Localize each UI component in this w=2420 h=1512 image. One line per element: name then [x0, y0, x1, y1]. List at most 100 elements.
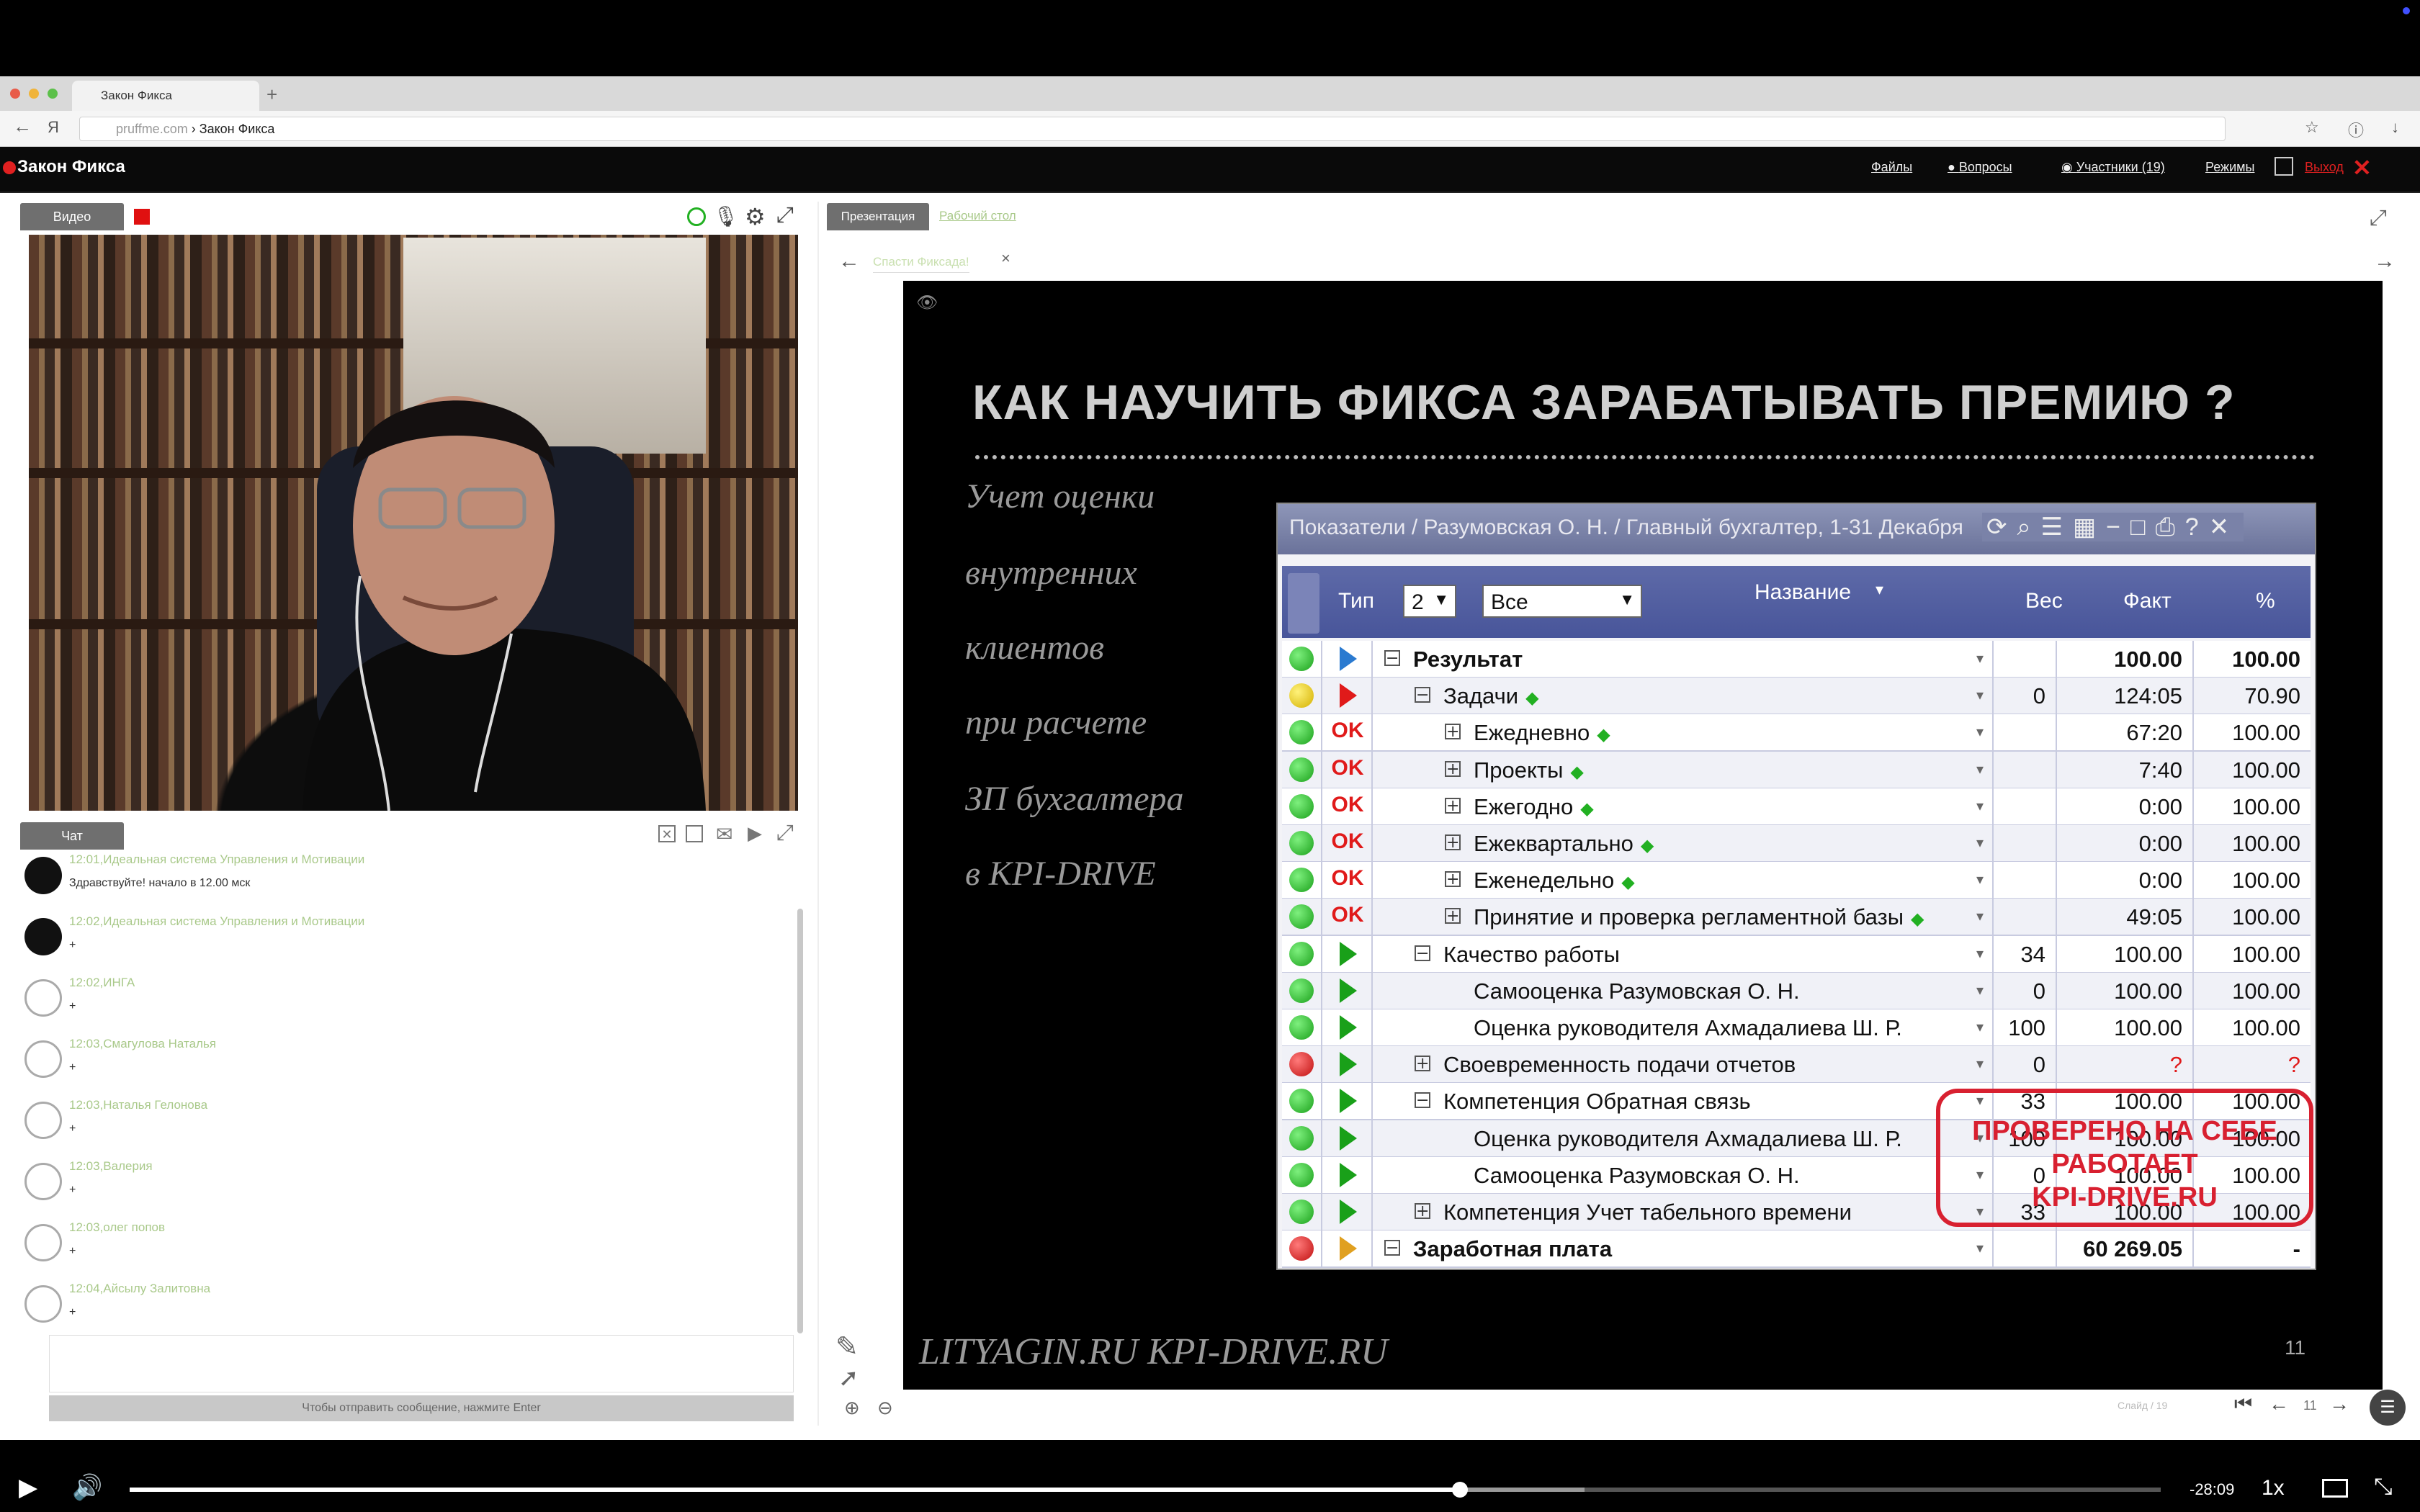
minimize-icon[interactable]: − — [2106, 513, 2130, 541]
table-row[interactable]: − Результат ▾ 100.00 100.00 — [1282, 641, 2311, 678]
row-dropdown-icon[interactable]: ▾ — [1976, 870, 1984, 888]
filter-select[interactable]: Все ▼ — [1482, 585, 1642, 618]
expand-toggle-icon[interactable]: + — [1415, 1203, 1430, 1220]
close-file-icon[interactable]: × — [1001, 249, 1010, 268]
download-icon[interactable]: ↓ — [2391, 118, 2399, 137]
print-icon[interactable]: ⎙ — [2156, 513, 2185, 541]
level-select[interactable]: 2 ▼ — [1403, 585, 1456, 618]
record-icon[interactable] — [134, 209, 150, 225]
maximize-icon[interactable]: □ — [2130, 513, 2156, 541]
browser-tab[interactable]: Закон Фикса — [72, 81, 259, 111]
eye-toggle-icon[interactable]: 👁 — [916, 292, 938, 313]
row-dropdown-icon[interactable]: ▾ — [1976, 1239, 1984, 1257]
table-row[interactable]: Оценка руководителя Ахмадалиева Ш. Р. ▾ 10… — [1282, 1009, 2311, 1047]
play-icon[interactable]: ▶ — [748, 822, 762, 845]
star-icon[interactable]: ☆ — [2305, 118, 2319, 137]
list-icon[interactable]: ☰ — [2041, 513, 2073, 541]
nav-files-link[interactable]: Файлы — [1871, 160, 1912, 175]
expand-toggle-icon[interactable]: − — [1415, 1092, 1430, 1109]
url-input[interactable]: pruffme.com › Закон Фикса — [79, 117, 2226, 141]
expand-toggle-icon[interactable]: − — [1415, 945, 1430, 961]
clear-chat-icon[interactable]: ✕ — [658, 825, 676, 842]
prev-slide-icon[interactable]: ← — [2269, 1392, 2289, 1416]
row-dropdown-icon[interactable]: ▾ — [1976, 834, 1984, 852]
row-dropdown-icon[interactable]: ▾ — [1976, 760, 1984, 778]
file-tab[interactable]: Спасти Фиксада! — [873, 255, 969, 273]
gear-icon[interactable]: ⚙ — [745, 203, 766, 230]
status-filter-icon[interactable] — [1288, 573, 1319, 634]
table-row[interactable]: − Качество работы ▾ 34 100.00 100.00 — [1282, 935, 2311, 973]
pointer-icon[interactable]: ➚ — [838, 1364, 859, 1392]
nav-participants-link[interactable]: ◉ Участники (19) — [2061, 160, 2165, 175]
window-close-dot[interactable] — [10, 89, 20, 99]
expand-toggle-icon[interactable]: + — [1445, 871, 1461, 888]
tab-desktop[interactable]: Рабочий стол — [939, 209, 1016, 223]
back-arrow-icon[interactable]: ← — [13, 115, 32, 138]
expand-toggle-icon[interactable]: + — [1415, 1056, 1430, 1072]
help-icon[interactable]: ? — [2185, 513, 2209, 541]
row-dropdown-icon[interactable]: ▾ — [1976, 1055, 1984, 1073]
chat-panel-tab[interactable]: Чат — [20, 822, 124, 850]
next-file-arrow-icon[interactable]: → — [2374, 249, 2396, 274]
row-dropdown-icon[interactable]: ▾ — [1976, 981, 1984, 999]
table-row[interactable]: OK + Ежеквартально ◆ ▾ 0:00 100.00 — [1282, 825, 2311, 863]
video-panel-tab[interactable]: Видео — [20, 203, 124, 230]
pip-icon[interactable] — [2322, 1479, 2348, 1498]
row-dropdown-icon[interactable]: ▾ — [1976, 723, 1984, 741]
expand-chat-icon[interactable]: ⤢ — [776, 821, 794, 845]
expand-toggle-icon[interactable]: − — [1384, 1240, 1400, 1256]
row-dropdown-icon[interactable]: ▾ — [1976, 686, 1984, 704]
sort-down-icon[interactable]: ▾ — [1876, 580, 1883, 599]
export-icon[interactable] — [686, 825, 703, 842]
table-row[interactable]: + Своевременность подачи отчетов ▾ 0?? — [1282, 1046, 2311, 1084]
header-name[interactable]: Название — [1754, 580, 1851, 605]
nav-exit-link[interactable]: Выход — [2305, 160, 2344, 175]
row-dropdown-icon[interactable]: ▾ — [1976, 649, 1984, 667]
expand-toggle-icon[interactable]: + — [1445, 908, 1461, 924]
microphone-icon[interactable]: 🎙 — [713, 204, 739, 228]
window-maximize-dot[interactable] — [48, 89, 58, 99]
nav-questions-link[interactable]: ● Вопросы — [1948, 160, 2012, 175]
window-minimize-dot[interactable] — [29, 89, 39, 99]
exit-x-icon[interactable]: ✕ — [2352, 154, 2372, 181]
tab-presentation[interactable]: Презентация — [827, 203, 929, 230]
new-tab-icon[interactable]: + — [266, 84, 277, 106]
chat-input[interactable] — [49, 1335, 794, 1392]
expand-toggle-icon[interactable]: + — [1445, 724, 1461, 740]
info-icon[interactable]: ⓘ — [2348, 118, 2364, 141]
row-dropdown-icon[interactable]: ▾ — [1976, 1018, 1984, 1036]
zoom-out-icon[interactable]: ⊖ — [877, 1397, 893, 1419]
mail-icon[interactable]: ✉ — [716, 822, 732, 846]
expand-toggle-icon[interactable]: − — [1384, 650, 1400, 667]
fullscreen-exit-icon[interactable]: ⤡ — [2374, 1473, 2393, 1500]
table-row[interactable]: Самооценка Разумовская О. Н. ▾ 0 100.00 100.… — [1282, 972, 2311, 1010]
expand-presentation-icon[interactable]: ⤢ — [2370, 206, 2387, 230]
table-row[interactable]: OK + Еженедельно ◆ ▾ 0:00 100.00 — [1282, 862, 2311, 900]
row-dropdown-icon[interactable]: ▾ — [1976, 945, 1984, 963]
captions-icon[interactable]: ☰ — [2370, 1390, 2406, 1426]
zoom-in-icon[interactable]: ⊕ — [844, 1397, 860, 1419]
yandex-icon[interactable]: Я — [48, 118, 59, 137]
pencil-icon[interactable]: ✎ — [835, 1331, 859, 1363]
playback-speed[interactable]: 1x — [2262, 1476, 2285, 1500]
expand-icon[interactable]: ⤢ — [776, 203, 794, 228]
search-icon[interactable]: ⌕ — [2017, 513, 2041, 541]
expand-toggle-icon[interactable]: + — [1445, 797, 1461, 814]
volume-icon[interactable]: 🔊 — [72, 1473, 102, 1502]
table-row[interactable]: − Заработная плата ▾ 60 269.05 - — [1282, 1230, 2311, 1269]
play-button-icon[interactable]: ▶ — [19, 1473, 37, 1502]
nav-modes-link[interactable]: Режимы — [2205, 160, 2254, 175]
prev-file-arrow-icon[interactable]: ← — [838, 249, 860, 274]
fullscreen-icon[interactable] — [2275, 157, 2293, 176]
close-icon[interactable]: ✕ — [2209, 513, 2240, 541]
expand-toggle-icon[interactable]: + — [1445, 834, 1461, 851]
next-slide-icon[interactable]: → — [2329, 1392, 2349, 1416]
table-row[interactable]: − Задачи ◆ ▾ 0 124:05 70.90 — [1282, 678, 2311, 716]
first-slide-icon[interactable]: ⏮ — [2234, 1392, 2252, 1416]
expand-toggle-icon[interactable]: + — [1445, 760, 1461, 777]
table-row[interactable]: OK + Принятие и проверка регламентной базы… — [1282, 899, 2311, 937]
refresh-icon[interactable]: ⟳ — [1986, 513, 2017, 541]
row-dropdown-icon[interactable]: ▾ — [1976, 797, 1984, 815]
table-row[interactable]: OK + Ежедневно ◆ ▾ 67:20 100.00 — [1282, 714, 2311, 752]
table-icon[interactable]: ▦ — [2073, 513, 2106, 541]
